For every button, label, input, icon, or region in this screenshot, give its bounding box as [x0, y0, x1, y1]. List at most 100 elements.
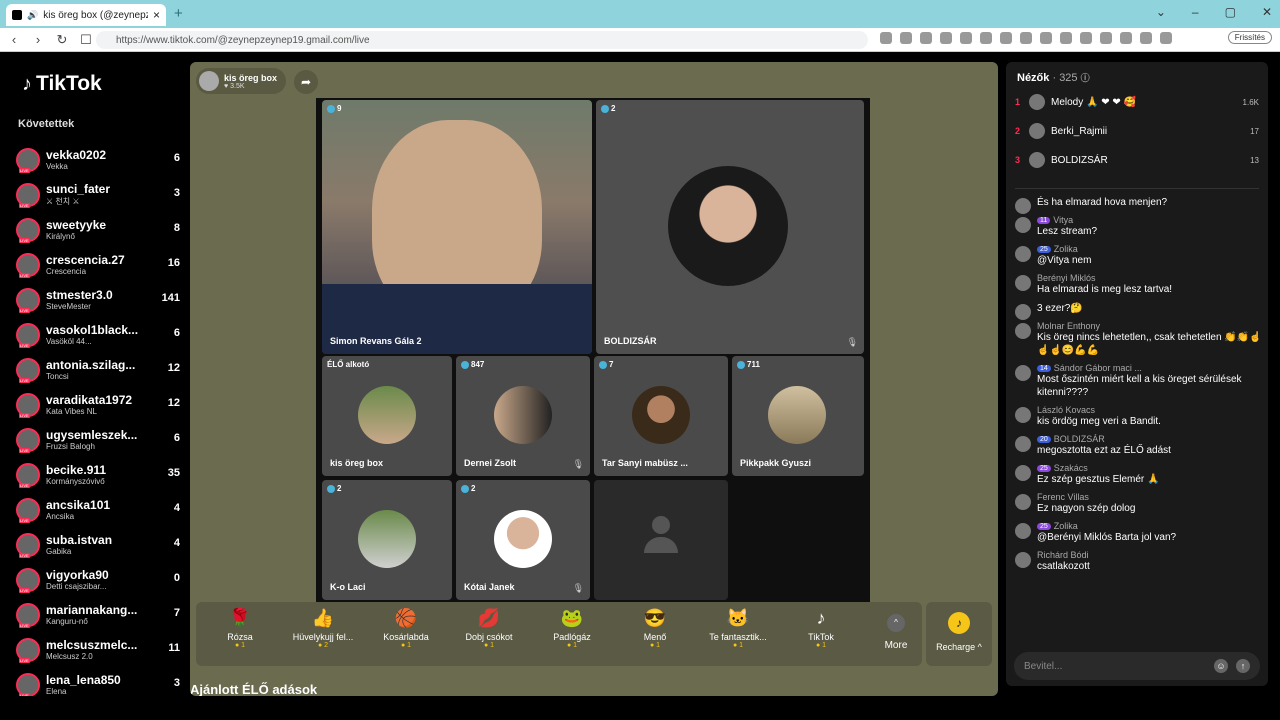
following-avatar[interactable]: LIVE [16, 182, 40, 208]
back-button[interactable]: ‹ [4, 32, 24, 47]
emoji-icon[interactable]: ☺ [1214, 659, 1228, 673]
extension-icon[interactable] [1040, 32, 1052, 44]
sidebar-following-item[interactable]: LIVE vekka0202 Vekka 6 [16, 142, 186, 177]
chat-avatar[interactable] [1015, 198, 1031, 214]
chat-avatar[interactable] [1015, 523, 1031, 539]
sidebar-following-item[interactable]: LIVE suba.istvan Gabika 4 [16, 527, 186, 562]
extension-icon[interactable] [1000, 32, 1012, 44]
forward-button[interactable]: › [28, 32, 48, 47]
extension-icon[interactable] [900, 32, 912, 44]
following-avatar[interactable]: LIVE [16, 287, 40, 313]
gift-item[interactable]: 💋 Dobj csókot ● 1 [449, 608, 529, 649]
send-icon[interactable]: ↑ [1236, 659, 1250, 673]
browser-tab[interactable]: 🔊 kis öreg box (@zeynepzeyne × [6, 4, 166, 26]
sidebar-following-item[interactable]: LIVE vasokol1black... Vasököl 44... 6 [16, 317, 186, 352]
guest-cell[interactable]: 711 Pikkpakk Gyuszi [732, 356, 864, 476]
gift-item[interactable]: 🏀 Kosárlabda ● 1 [366, 608, 446, 649]
chat-username[interactable]: Molnar Enthony [1037, 321, 1100, 331]
extension-icon[interactable] [1060, 32, 1072, 44]
chat-avatar[interactable] [1015, 407, 1031, 423]
chat-username[interactable]: Szakács [1054, 463, 1088, 473]
info-icon[interactable]: ⓘ [1081, 73, 1090, 83]
following-avatar[interactable]: LIVE [16, 672, 40, 696]
gift-item[interactable]: 🌹 Rózsa ● 1 [200, 608, 280, 649]
top-viewer-row[interactable]: 2 Berki_Rajmii 17 [1015, 121, 1259, 141]
extension-icon[interactable] [1160, 32, 1172, 44]
chat-username[interactable]: Richárd Bódi [1037, 550, 1089, 560]
gift-item[interactable]: 😎 Menő ● 1 [615, 608, 695, 649]
gift-item[interactable]: ♪ TikTok ● 1 [781, 608, 861, 649]
sidebar-following-item[interactable]: LIVE ugysemleszek... Fruzsi Balogh 6 [16, 422, 186, 457]
extension-icon[interactable] [1080, 32, 1092, 44]
sidebar-following-item[interactable]: LIVE sweetyyke Királynő 8 [16, 212, 186, 247]
close-window-button[interactable]: ✕ [1262, 5, 1272, 19]
chat-username[interactable]: Zolika [1054, 521, 1078, 531]
following-avatar[interactable]: LIVE [16, 497, 40, 523]
extension-icon[interactable] [1120, 32, 1132, 44]
following-avatar[interactable]: LIVE [16, 252, 40, 278]
top-viewer-row[interactable]: 1 Melody 🙏 ❤ ❤ 🥰 1.6K [1015, 92, 1259, 112]
sidebar-following-item[interactable]: LIVE mariannakang... Kanguru-nő 7 [16, 597, 186, 632]
sidebar-following-item[interactable]: LIVE lena_lena850 Elena 3 [16, 667, 186, 696]
sidebar-following-item[interactable]: LIVE becike.911 Kormányszóvivő 35 [16, 457, 186, 492]
following-avatar[interactable]: LIVE [16, 532, 40, 558]
following-avatar[interactable]: LIVE [16, 217, 40, 243]
recharge-button[interactable]: ♪ Recharge ^ [926, 602, 992, 666]
chat-username[interactable]: Berényi Miklós [1037, 273, 1096, 283]
guest-cell[interactable]: 2 K-o Laci [322, 480, 452, 600]
sidebar-following-item[interactable]: LIVE vigyorka90 Detti csajszibar... 0 [16, 562, 186, 597]
following-avatar[interactable]: LIVE [16, 322, 40, 348]
top-viewer-row[interactable]: 3 BOLDIZSÁR 13 [1015, 150, 1259, 170]
chat-username[interactable]: Sándor Gábor maci ... [1054, 363, 1142, 373]
host-avatar[interactable] [199, 71, 219, 91]
chat-avatar[interactable] [1015, 217, 1031, 233]
close-tab-icon[interactable]: × [153, 8, 160, 22]
gift-item[interactable]: 🐱 Te fantasztik... ● 1 [698, 608, 778, 649]
sidebar-following-item[interactable]: LIVE antonia.szilag... Toncsi 12 [16, 352, 186, 387]
chat-username[interactable]: Ferenc Villas [1037, 492, 1089, 502]
more-gifts-button[interactable]: ^ More [876, 614, 916, 651]
guest-cell[interactable]: 847 Dernei Zsolt 🎙 [456, 356, 590, 476]
gift-item[interactable]: 🐸 Padlógáz ● 1 [532, 608, 612, 649]
tiktok-logo[interactable]: ♪ TikTok [22, 72, 102, 96]
new-tab-button[interactable]: + [174, 5, 183, 22]
chat-avatar[interactable] [1015, 304, 1031, 320]
extension-icon[interactable] [940, 32, 952, 44]
share-icon[interactable]: ➦ [294, 70, 318, 94]
chat-avatar[interactable] [1015, 494, 1031, 510]
extension-icon[interactable] [880, 32, 892, 44]
sidebar-following-item[interactable]: LIVE stmester3.0 SteveMester 141 [16, 282, 186, 317]
viewer-avatar[interactable] [1029, 94, 1045, 110]
sidebar-following-item[interactable]: LIVE crescencia.27 Crescencia 16 [16, 247, 186, 282]
following-avatar[interactable]: LIVE [16, 637, 40, 663]
extension-icon[interactable] [1140, 32, 1152, 44]
following-avatar[interactable]: LIVE [16, 567, 40, 593]
extension-icon[interactable] [920, 32, 932, 44]
gift-item[interactable]: 👍 Hüvelykujj fel... ● 2 [283, 608, 363, 649]
chat-username[interactable]: Vitya [1053, 215, 1073, 225]
address-bar[interactable]: https://www.tiktok.com/@zeynepzeynep19.g… [96, 31, 868, 49]
guest-cell[interactable]: ÉLŐ alkotó kis öreg box [322, 356, 452, 476]
update-button[interactable]: Frissítés [1227, 31, 1272, 44]
reload-button[interactable]: ↻ [52, 32, 72, 48]
chat-input[interactable]: Bevitel... ☺ ↑ [1014, 652, 1260, 680]
sidebar-following-item[interactable]: LIVE varadikata1972 Kata Vibes NL 12 [16, 387, 186, 422]
following-avatar[interactable]: LIVE [16, 602, 40, 628]
guest-cell[interactable]: 7 Tar Sanyi mabüsz ... [594, 356, 728, 476]
sidebar-following-item[interactable]: LIVE sunci_fater ⚔ 천치 ⚔ 3 [16, 177, 186, 212]
extension-icon[interactable] [1020, 32, 1032, 44]
extension-icon[interactable] [960, 32, 972, 44]
viewer-avatar[interactable] [1029, 123, 1045, 139]
chat-avatar[interactable] [1015, 436, 1031, 452]
guest-cell[interactable]: 2 BOLDIZSÁR 🎙 [596, 100, 864, 354]
extension-icon[interactable] [980, 32, 992, 44]
maximize-button[interactable]: ▢ [1225, 5, 1236, 19]
following-avatar[interactable]: LIVE [16, 357, 40, 383]
chevron-down-icon[interactable]: ⌄ [1156, 5, 1166, 19]
following-avatar[interactable]: LIVE [16, 147, 40, 173]
empty-guest-slot[interactable] [594, 480, 728, 600]
chat-avatar[interactable] [1015, 465, 1031, 481]
chat-avatar[interactable] [1015, 323, 1031, 339]
following-avatar[interactable]: LIVE [16, 462, 40, 488]
extension-icon[interactable] [1100, 32, 1112, 44]
